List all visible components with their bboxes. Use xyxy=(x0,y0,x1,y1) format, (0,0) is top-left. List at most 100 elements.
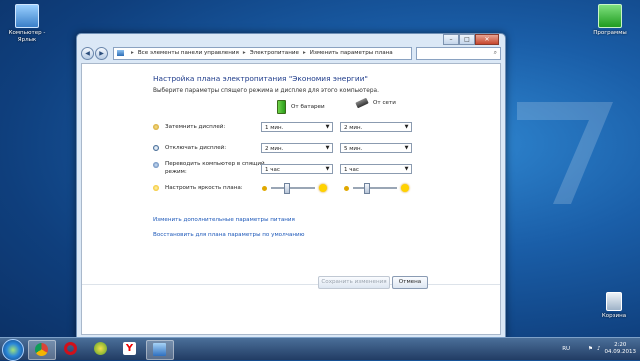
breadcrumb-item[interactable]: Электропитание xyxy=(250,50,299,56)
slider-track xyxy=(271,183,315,194)
breadcrumb-chevron-icon: ▸ xyxy=(242,50,246,56)
title-bar[interactable]: – □ ✕ xyxy=(77,34,505,45)
row-label: Переводить компьютер в спящий режим: xyxy=(165,161,265,175)
slider-track xyxy=(353,183,397,194)
breadcrumb-item[interactable]: Изменить параметры плана xyxy=(310,50,393,56)
desktop-icon-label: Программы xyxy=(593,30,627,36)
turn-off-display-row: Отключать дисплей: xyxy=(153,145,265,151)
sleep-ac-select[interactable]: 1 час ▼ xyxy=(340,164,412,174)
column-header-battery: От батареи xyxy=(277,100,325,114)
sleep-icon xyxy=(153,162,159,168)
windows-7-logo xyxy=(517,102,613,204)
row-label: Отключать дисплей: xyxy=(165,145,227,151)
flag-icon[interactable]: ⚑ xyxy=(588,346,593,352)
clock-time: 2:20 xyxy=(614,342,627,349)
slider-thumb[interactable] xyxy=(284,183,291,194)
bright-sun-icon xyxy=(401,184,409,192)
dim-display-icon xyxy=(153,124,159,130)
dim-display-row: Затемнить дисплей: xyxy=(153,124,265,130)
app-icon xyxy=(94,342,107,355)
close-button[interactable]: ✕ xyxy=(475,34,499,45)
battery-icon xyxy=(277,100,286,114)
save-button[interactable]: Сохранить изменения xyxy=(318,276,390,289)
turn-off-display-ac-select[interactable]: 5 мин. ▼ xyxy=(340,143,412,153)
chevron-down-icon: ▼ xyxy=(404,166,409,172)
minimize-button[interactable]: – xyxy=(443,34,459,45)
folder-icon xyxy=(598,4,622,28)
dim-sun-icon xyxy=(344,185,349,191)
search-icon: ⌕ xyxy=(493,49,497,56)
language-indicator[interactable]: RU xyxy=(562,346,570,352)
opera-icon xyxy=(64,342,77,355)
chevron-down-icon: ▼ xyxy=(325,124,330,130)
breadcrumb-chevron-icon: ▸ xyxy=(302,50,306,56)
start-button[interactable] xyxy=(2,339,24,361)
system-tray: RU ⚑ ♪ 2:20 04.09.2013 xyxy=(562,340,636,358)
chrome-icon xyxy=(35,343,48,356)
address-bar[interactable]: ▸ Все элементы панели управления ▸ Элект… xyxy=(113,46,412,60)
bright-sun-icon xyxy=(319,184,327,192)
slider-thumb[interactable] xyxy=(364,183,371,194)
power-plug-icon xyxy=(355,97,369,109)
select-value: 1 час xyxy=(265,167,280,173)
volume-icon[interactable]: ♪ xyxy=(597,346,601,352)
yandex-icon: Y xyxy=(123,342,136,355)
forward-button[interactable]: ▶ xyxy=(95,46,108,60)
cancel-button[interactable]: Отмена xyxy=(392,276,428,289)
column-label: От батареи xyxy=(291,104,325,110)
row-label: Затемнить дисплей: xyxy=(165,124,226,130)
recycle-bin-icon xyxy=(606,292,622,311)
display-icon xyxy=(153,145,159,151)
desktop-icon-programs[interactable]: Программы xyxy=(585,4,635,37)
advanced-settings-link[interactable]: Изменить дополнительные параметры питани… xyxy=(153,217,295,223)
desktop-icon-label: Корзина xyxy=(601,313,627,319)
button-row: Сохранить изменения Отмена xyxy=(82,276,500,305)
page-title: Настройка плана электропитания "Экономия… xyxy=(153,74,368,83)
desktop-icon-label: Компьютер - Ярлык xyxy=(8,30,46,43)
chevron-down-icon: ▼ xyxy=(404,145,409,151)
select-value: 5 мин. xyxy=(344,146,363,152)
taskbar-button-control-panel[interactable] xyxy=(146,340,174,360)
breadcrumb-item[interactable]: Все элементы панели управления xyxy=(138,50,239,56)
clock[interactable]: 2:20 04.09.2013 xyxy=(605,342,637,356)
computer-icon xyxy=(15,4,39,28)
control-panel-icon xyxy=(153,343,166,356)
select-value: 1 час xyxy=(344,167,359,173)
desktop-icon-computer[interactable]: Компьютер - Ярлык xyxy=(2,4,52,43)
chevron-down-icon: ▼ xyxy=(325,145,330,151)
search-input[interactable]: ⌕ xyxy=(416,46,501,60)
window-controls: – □ ✕ xyxy=(443,34,499,45)
taskbar-button-yandex[interactable]: Y xyxy=(117,340,143,358)
taskbar-button-app[interactable] xyxy=(88,340,114,358)
sleep-battery-select[interactable]: 1 час ▼ xyxy=(261,164,333,174)
breadcrumb-chevron-icon: ▸ xyxy=(131,50,134,56)
back-button[interactable]: ◀ xyxy=(81,46,94,60)
brightness-ac-slider[interactable] xyxy=(344,183,409,194)
navigation-bar: ◀ ▶ ▸ Все элементы панели управления ▸ Э… xyxy=(81,46,501,60)
chevron-down-icon: ▼ xyxy=(325,166,330,172)
select-value: 2 мин. xyxy=(265,146,284,152)
brightness-row: Настроить яркость плана: xyxy=(153,185,265,191)
taskbar-button-opera[interactable] xyxy=(58,340,84,358)
dim-sun-icon xyxy=(262,185,267,191)
select-value: 1 мин. xyxy=(265,125,284,131)
control-panel-icon xyxy=(117,50,124,56)
desktop-icon-recycle-bin[interactable]: Корзина xyxy=(589,292,639,320)
column-label: От сети xyxy=(373,100,396,106)
dim-display-ac-select[interactable]: 2 мин. ▼ xyxy=(340,122,412,132)
maximize-button[interactable]: □ xyxy=(459,34,475,45)
dim-display-battery-select[interactable]: 1 мин. ▼ xyxy=(261,122,333,132)
restore-defaults-link[interactable]: Восстановить для плана параметры по умол… xyxy=(153,232,304,238)
select-value: 2 мин. xyxy=(344,125,363,131)
brightness-icon xyxy=(153,185,159,191)
taskbar: Y RU ⚑ ♪ 2:20 04.09.2013 xyxy=(0,337,640,361)
turn-off-display-battery-select[interactable]: 2 мин. ▼ xyxy=(261,143,333,153)
clock-date: 04.09.2013 xyxy=(604,349,637,355)
column-header-ac: От сети xyxy=(355,97,396,109)
content-pane: Настройка плана электропитания "Экономия… xyxy=(81,63,501,335)
brightness-battery-slider[interactable] xyxy=(262,183,327,194)
sleep-row: Переводить компьютер в спящий режим: xyxy=(153,161,265,177)
page-subtitle: Выберите параметры спящего режима и дисп… xyxy=(153,88,379,94)
taskbar-button-chrome[interactable] xyxy=(28,340,56,360)
chevron-down-icon: ▼ xyxy=(404,124,409,130)
